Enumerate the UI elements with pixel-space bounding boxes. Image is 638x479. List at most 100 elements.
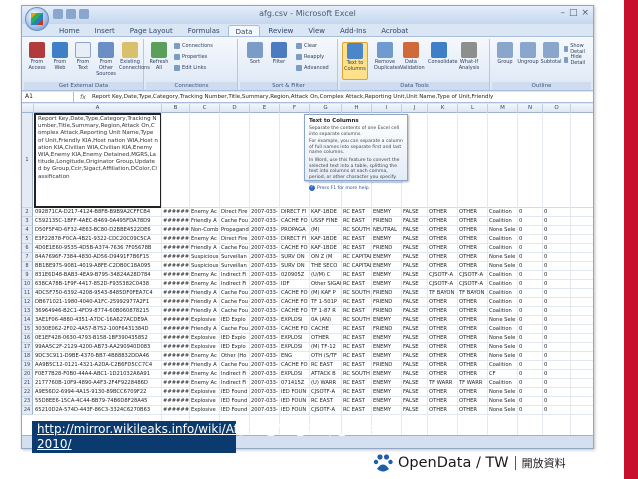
column-header-g[interactable]: G xyxy=(310,104,342,113)
table-cell[interactable]: OTHER xyxy=(428,325,457,334)
table-cell[interactable]: 0 xyxy=(518,316,542,325)
table-cell[interactable]: 0 xyxy=(518,370,542,379)
table-cell[interactable]: Explosive xyxy=(190,397,219,406)
table-cell[interactable]: ####### xyxy=(162,208,189,217)
column-header-c[interactable]: C xyxy=(190,104,220,113)
table-cell[interactable]: 2007-033- xyxy=(250,208,279,217)
table-cell[interactable]: CJSOTF-A xyxy=(310,388,341,397)
table-cell[interactable]: 0 xyxy=(518,217,542,226)
table-cell[interactable]: PROPAGA xyxy=(280,226,309,235)
table-cell[interactable]: IED Found xyxy=(220,397,249,406)
table-cell[interactable]: CJSOTF-A xyxy=(428,280,457,289)
table-cell[interactable]: Coalition xyxy=(488,379,517,388)
table-cell[interactable]: 0 xyxy=(518,289,542,298)
table-cell[interactable]: Friendly A xyxy=(190,325,219,334)
table-cell[interactable]: 4D0E1E60-9535-4D5B-A374-7636 7F05678B xyxy=(34,244,161,253)
table-cell[interactable]: FALSE xyxy=(402,316,427,325)
table-cell[interactable]: RC EAST xyxy=(342,379,371,388)
table-cell[interactable]: 0A (AN) xyxy=(310,316,341,325)
row-header[interactable]: 24 xyxy=(22,406,33,415)
table-cell[interactable]: ENEMY xyxy=(372,208,401,217)
table-cell[interactable]: EXPLOSI xyxy=(280,343,309,352)
table-cell[interactable]: RC EAST xyxy=(342,361,371,370)
table-cell[interactable]: OTHER xyxy=(458,352,487,361)
table-cell[interactable]: FRIEND xyxy=(372,325,401,334)
table-cell[interactable]: 2007-033- xyxy=(250,325,279,334)
table-cell[interactable]: OTHER xyxy=(458,298,487,307)
table-cell[interactable]: 99AA5C2F-2129-4200-AB73-AA290940D083 xyxy=(34,343,161,352)
ungroup-button[interactable]: Ungroup xyxy=(517,42,539,65)
advanced-button[interactable]: Advanced xyxy=(296,65,329,71)
table-cell[interactable]: FALSE xyxy=(402,352,427,361)
column-header-f[interactable]: F xyxy=(280,104,310,113)
table-cell[interactable]: 84A7696F-7384-4830-AD56-D9491F7B6F15 xyxy=(34,253,161,262)
table-cell[interactable]: F0E77B28-F0B0-44A4-ABC1-1D21032A6A91 xyxy=(34,370,161,379)
table-cell[interactable]: ####### xyxy=(162,298,189,307)
table-cell[interactable]: None Sele xyxy=(488,226,517,235)
table-cell[interactable]: OTHER xyxy=(458,370,487,379)
table-cell[interactable]: 092871CA-D217-4124-B8FB-B9B9A2CFFCB4 xyxy=(34,208,161,217)
row-header[interactable]: 20 xyxy=(22,370,33,379)
table-cell[interactable]: 0 xyxy=(518,271,542,280)
table-cell[interactable]: 0 xyxy=(518,280,542,289)
table-cell[interactable]: KAF-1BDE xyxy=(310,244,341,253)
properties-button[interactable]: Properties xyxy=(174,54,207,60)
table-cell[interactable]: ####### xyxy=(162,271,189,280)
table-cell[interactable]: Enemy Ac xyxy=(190,235,219,244)
table-cell[interactable]: ####### xyxy=(162,244,189,253)
row-header[interactable]: 2 xyxy=(22,208,33,217)
table-cell[interactable]: 0 xyxy=(543,325,570,334)
table-cell[interactable]: OTHER xyxy=(458,316,487,325)
table-cell[interactable]: D50F5F4D-6F32-4E63-BC80-D2BBE4522DE6 xyxy=(34,226,161,235)
table-cell[interactable]: CACHE FO xyxy=(280,244,309,253)
table-cell[interactable]: 0 xyxy=(543,253,570,262)
table-cell[interactable]: DB671021-1980-4040-A1FC-25992977A2F1 xyxy=(34,298,161,307)
table-cell[interactable]: 0 xyxy=(543,226,570,235)
table-cell[interactable]: ####### xyxy=(162,217,189,226)
table-cell[interactable]: 2007-033- xyxy=(250,280,279,289)
column-header-l[interactable]: L xyxy=(458,104,488,113)
table-cell[interactable]: OTHER xyxy=(428,361,457,370)
table-cell[interactable]: RC EAST xyxy=(342,217,371,226)
table-cell[interactable]: ####### xyxy=(162,289,189,298)
column-header-e[interactable]: E xyxy=(250,104,280,113)
table-cell[interactable]: OTHER xyxy=(458,262,487,271)
consolidate-button[interactable]: Consolidate xyxy=(428,42,457,65)
row-header[interactable]: 8 xyxy=(22,262,33,271)
table-cell[interactable]: ####### xyxy=(162,352,189,361)
from-other-sources-button[interactable]: From Other Sources xyxy=(95,42,117,77)
table-cell[interactable]: IED FOUN xyxy=(280,397,309,406)
column-header-k[interactable]: K xyxy=(428,104,458,113)
row-header[interactable]: 1 xyxy=(22,113,33,208)
table-cell[interactable]: DIRECT FI xyxy=(280,208,309,217)
table-cell[interactable]: Friendly A xyxy=(190,307,219,316)
row-header[interactable]: 22 xyxy=(22,388,33,397)
table-cell[interactable]: 2007-033- xyxy=(250,235,279,244)
table-cell[interactable]: 0 xyxy=(543,271,570,280)
table-cell[interactable]: CACHE FO xyxy=(280,307,309,316)
table-cell[interactable]: OTHER xyxy=(458,253,487,262)
table-cell[interactable]: RC SOUTH xyxy=(342,370,371,379)
table-cell[interactable]: 2007-033- xyxy=(250,253,279,262)
table-cell[interactable]: AA9B5C12-0121-4321-A2DA-C2B6FD5CC7C4 xyxy=(34,361,161,370)
table-cell[interactable]: 2007-033- xyxy=(250,307,279,316)
table-cell[interactable]: ####### xyxy=(162,253,189,262)
table-cell[interactable]: Enemy Ac xyxy=(190,208,219,217)
table-cell[interactable]: 2007-033- xyxy=(250,406,279,415)
table-cell[interactable]: OTHER xyxy=(428,388,457,397)
table-cell[interactable]: OTHER xyxy=(428,208,457,217)
table-cell[interactable]: ENEMY xyxy=(372,271,401,280)
table-cell[interactable]: OTHER xyxy=(458,397,487,406)
remove-duplicates-button[interactable]: Remove Duplicates xyxy=(374,42,400,71)
table-cell[interactable]: OTHER xyxy=(428,406,457,415)
table-cell[interactable]: FRIEND xyxy=(372,289,401,298)
table-cell[interactable]: IED Found xyxy=(220,406,249,415)
table-cell[interactable]: Friendly A xyxy=(190,361,219,370)
table-cell[interactable]: Indirect Fi xyxy=(220,379,249,388)
table-cell[interactable]: 0 xyxy=(518,226,542,235)
table-cell[interactable]: ATTACK B xyxy=(310,370,341,379)
column-header-b[interactable]: B xyxy=(162,104,190,113)
table-cell[interactable]: None Sele xyxy=(488,406,517,415)
table-cell[interactable]: 0 xyxy=(543,370,570,379)
column-header-d[interactable]: D xyxy=(220,104,250,113)
